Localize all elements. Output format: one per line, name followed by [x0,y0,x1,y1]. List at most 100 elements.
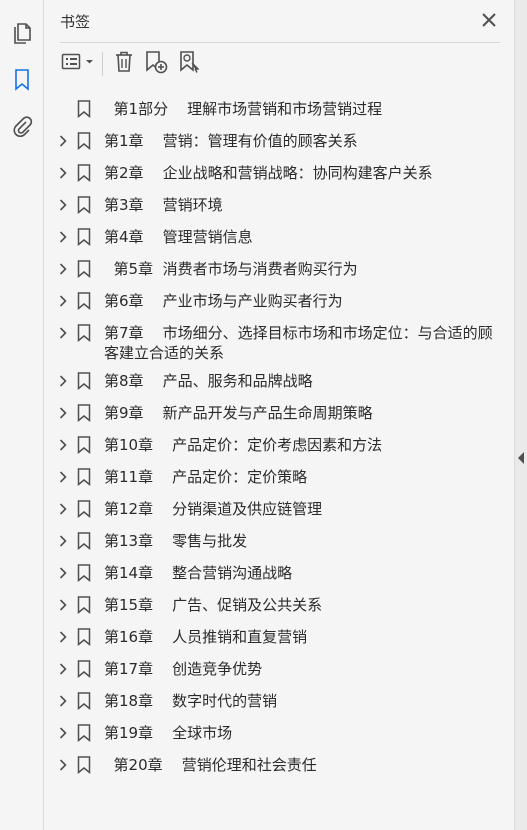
bookmark-icon [76,557,92,589]
expand-toggle[interactable] [56,621,70,653]
bookmark-item[interactable]: 第16章 人员推销和直复营销 [44,621,514,653]
bookmark-item[interactable]: 第12章 分销渠道及供应链管理 [44,493,514,525]
bookmark-list: 第1部分 理解市场营销和市场营销过程第1章 营销：管理有价值的顾客关系第2章 企… [44,93,514,781]
attachments-button[interactable] [7,113,37,143]
expand-toggle[interactable] [56,189,70,221]
chevron-right-icon [59,532,67,551]
expand-toggle[interactable] [56,461,70,493]
expand-toggle[interactable] [56,749,70,781]
expand-toggle[interactable] [56,317,70,349]
bookmark-icon [76,317,92,349]
bookmark-item[interactable]: 第1章 营销：管理有价值的顾客关系 [44,125,514,157]
expand-toggle[interactable] [56,253,70,285]
page-thumbnails-button[interactable] [7,20,37,50]
expand-toggle[interactable] [56,589,70,621]
bookmark-label: 第17章 创造竞争优势 [104,660,263,678]
bookmark-label: 第14章 整合营销沟通战略 [104,564,293,582]
expand-toggle[interactable] [56,125,70,157]
trash-icon [113,50,135,78]
options-menu-button[interactable] [60,50,98,78]
bookmark-icon [76,717,92,749]
bookmark-item[interactable]: 第7章 市场细分、选择目标市场和市场定位：与合适的顾客建立合适的关系 [44,317,514,365]
chevron-right-icon [59,404,67,423]
bookmark-label: 第12章 分销渠道及供应链管理 [104,500,323,518]
bookmarks-panel: 书签 第1部分 理解市场营销和市场营销过程 第1章 营销：管理有价值的顾客关系 … [44,0,514,830]
chevron-right-icon [59,628,67,647]
bookmark-label: 第9章 新产品开发与产品生命周期策略 [104,404,373,422]
expand-toggle[interactable] [56,685,70,717]
bookmark-icon [76,653,92,685]
chevron-right-icon [59,660,67,679]
bookmark-item[interactable]: 第20章 营销伦理和社会责任 [44,749,514,781]
bookmark-icon [76,397,92,429]
chevron-right-icon [59,164,67,183]
bookmark-item[interactable]: 第18章 数字时代的营销 [44,685,514,717]
chevron-right-icon [59,132,67,151]
close-icon [482,12,496,31]
chevron-right-icon [59,756,67,775]
bookmark-icon [76,93,92,125]
bookmark-icon [76,749,92,781]
bookmark-label: 第20章 营销伦理和社会责任 [104,756,317,774]
bookmark-item[interactable]: 第10章 产品定价：定价考虑因素和方法 [44,429,514,461]
bookmark-icon [13,68,31,96]
panel-title: 书签 [60,13,91,31]
bookmark-item[interactable]: 第8章 产品、服务和品牌战略 [44,365,514,397]
expand-toggle[interactable] [56,525,70,557]
list-options-icon [61,52,97,76]
bookmark-item[interactable]: 第17章 创造竞争优势 [44,653,514,685]
bookmark-label: 第8章 产品、服务和品牌战略 [104,372,313,390]
bookmark-item[interactable]: 第14章 整合营销沟通战略 [44,557,514,589]
expand-toggle[interactable] [56,557,70,589]
bookmark-item[interactable]: 第2章 企业战略和营销战略：协同构建客户关系 [44,157,514,189]
bookmark-item[interactable]: 第15章 广告、促销及公共关系 [44,589,514,621]
bookmark-icon [76,365,92,397]
collapse-panel-button[interactable] [517,450,525,464]
bookmark-label: 第3章 营销环境 [104,196,223,214]
bookmarks-panel-button[interactable] [7,67,37,97]
bookmark-item[interactable]: 第6章 产业市场与产业购买者行为 [44,285,514,317]
expand-toggle[interactable] [56,717,70,749]
chevron-right-icon [59,468,67,487]
expand-toggle[interactable] [56,285,70,317]
bookmark-icon [76,125,92,157]
bookmark-item[interactable]: 第5章 消费者市场与消费者购买行为 [44,253,514,285]
chevron-right-icon [59,596,67,615]
bookmark-item[interactable]: 第4章 管理营销信息 [44,221,514,253]
bookmark-label: 第1章 营销：管理有价值的顾客关系 [104,132,358,150]
bookmark-icon [76,253,92,285]
bookmark-icon [76,285,92,317]
delete-bookmark-button[interactable] [109,50,139,78]
chevron-right-icon [59,724,67,743]
expand-toggle[interactable] [56,397,70,429]
bookmark-item[interactable]: 第3章 营销环境 [44,189,514,221]
bookmark-icon [76,157,92,189]
bookmark-item[interactable]: 第19章 全球市场 [44,717,514,749]
new-bookmark-button[interactable] [139,50,173,78]
bookmark-label: 第4章 管理营销信息 [104,228,253,246]
panel-splitter[interactable] [514,0,527,830]
bookmark-icon [76,589,92,621]
chevron-right-icon [59,228,67,247]
bookmark-icon [76,621,92,653]
chevron-right-icon [59,564,67,583]
bookmark-item[interactable]: 第13章 零售与批发 [44,525,514,557]
bookmark-item[interactable]: 第1部分 理解市场营销和市场营销过程 [44,93,514,125]
bookmark-item[interactable]: 第9章 新产品开发与产品生命周期策略 [44,397,514,429]
bookmark-item[interactable]: 第11章 产品定价：定价策略 [44,461,514,493]
chevron-right-icon [59,196,67,215]
bookmark-search-icon [177,49,203,79]
expand-toggle[interactable] [56,493,70,525]
left-nav-rail [0,0,44,830]
close-panel-button[interactable] [478,10,500,32]
expand-toggle[interactable] [56,221,70,253]
bookmark-label: 第19章 全球市场 [104,724,233,742]
expand-toggle[interactable] [56,653,70,685]
bookmark-icon [76,685,92,717]
expand-toggle[interactable] [56,429,70,461]
paperclip-icon [11,114,33,142]
expand-toggle[interactable] [56,365,70,397]
bookmark-label: 第2章 企业战略和营销战略：协同构建客户关系 [104,164,433,182]
expand-toggle[interactable] [56,157,70,189]
find-current-bookmark-button[interactable] [173,50,207,78]
